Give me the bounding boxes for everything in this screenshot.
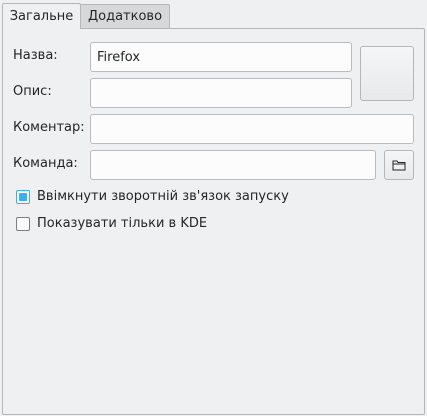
comment-field[interactable]	[90, 114, 414, 144]
show-only-in-kde-checkbox[interactable]	[16, 217, 30, 231]
name-field[interactable]	[90, 42, 352, 72]
description-field[interactable]	[90, 78, 352, 108]
folder-icon	[392, 159, 406, 171]
launch-feedback-label: Ввімкнути зворотній зв'язок запуску	[37, 189, 289, 204]
comment-label: Коментар:	[13, 120, 85, 135]
tab-additional[interactable]: Додатково	[81, 4, 170, 29]
description-label: Опис:	[13, 84, 52, 99]
app-icon-button[interactable]	[360, 46, 414, 101]
show-only-in-kde-option[interactable]: Показувати тільки в KDE	[16, 215, 207, 233]
command-label: Команда:	[13, 156, 78, 171]
name-label: Назва:	[13, 48, 58, 63]
launch-feedback-option[interactable]: Ввімкнути зворотній зв'язок запуску	[16, 188, 289, 206]
show-only-in-kde-label: Показувати тільки в KDE	[37, 216, 208, 231]
browse-command-button[interactable]	[384, 150, 414, 180]
tab-general[interactable]: Загальне	[2, 3, 81, 29]
command-field[interactable]	[90, 150, 376, 180]
launch-feedback-checkbox[interactable]	[16, 190, 30, 204]
